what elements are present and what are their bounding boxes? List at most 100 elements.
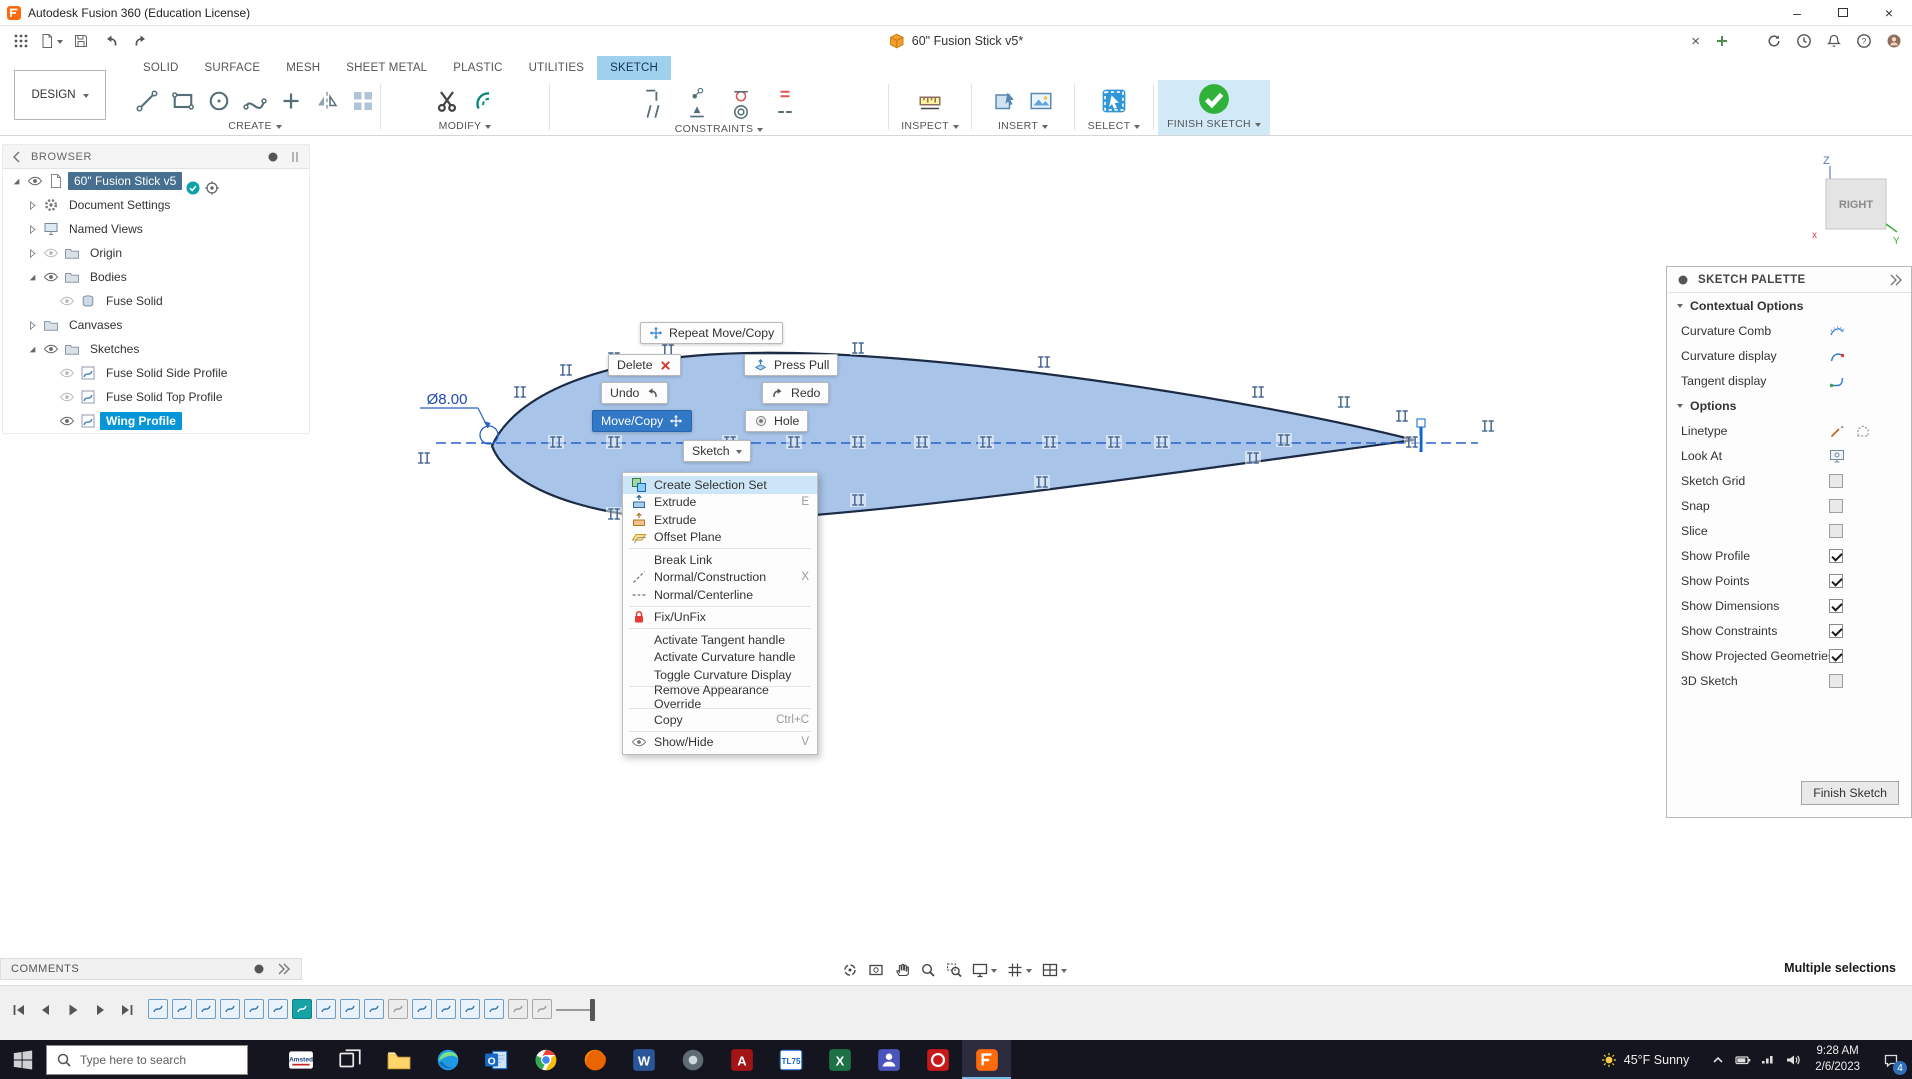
tool-spline-button[interactable] xyxy=(243,89,267,113)
timeline-feature-13[interactable] xyxy=(436,999,456,1019)
context-menu-item-fix-unfix[interactable]: Fix/UnFix xyxy=(623,609,817,627)
redo-button[interactable] xyxy=(128,28,154,54)
visibility-eye-icon[interactable] xyxy=(43,341,59,357)
context-menu-item-normal-centerline[interactable]: Normal/Centerline xyxy=(623,586,817,604)
tool-circle-button[interactable] xyxy=(207,89,231,113)
taskbar-app-outlook[interactable]: O xyxy=(472,1040,521,1079)
browser-item-sketches[interactable]: Sketches xyxy=(3,337,309,361)
tab-sketch[interactable]: SKETCH xyxy=(597,56,671,80)
c-coincident-button[interactable] xyxy=(688,85,706,103)
constraint-glyph[interactable] xyxy=(850,435,866,449)
browser-grip-icon[interactable] xyxy=(287,149,303,165)
visibility-eye-icon[interactable] xyxy=(59,389,75,405)
target-icon[interactable] xyxy=(204,180,220,196)
show-constraints-checkbox[interactable] xyxy=(1829,624,1843,638)
taskbar-app-excel[interactable]: X xyxy=(815,1040,864,1079)
slice-checkbox[interactable] xyxy=(1829,524,1843,538)
tool-mirror-button[interactable] xyxy=(315,89,339,113)
timeline-feature-12[interactable] xyxy=(412,999,432,1019)
tab-surface[interactable]: SURFACE xyxy=(192,56,274,80)
context-menu-item-remove-appearance-override[interactable]: Remove Appearance Override xyxy=(623,689,817,707)
taskbar-app-edge[interactable] xyxy=(423,1040,472,1079)
timeline-feature-17[interactable] xyxy=(532,999,552,1019)
c-midpoint-button[interactable] xyxy=(688,103,706,121)
tab-plastic[interactable]: PLASTIC xyxy=(440,56,515,80)
3d-sketch-checkbox[interactable] xyxy=(1829,674,1843,688)
timeline-feature-11[interactable] xyxy=(388,999,408,1019)
c-collinear-button[interactable] xyxy=(776,103,794,121)
trailing-edge-grip[interactable] xyxy=(1417,419,1425,427)
constraint-glyph[interactable] xyxy=(512,385,528,399)
expander-icon[interactable] xyxy=(26,199,39,212)
network-icon[interactable] xyxy=(1755,1052,1780,1068)
timeline-feature-14[interactable] xyxy=(460,999,480,1019)
volume-icon[interactable] xyxy=(1780,1052,1805,1068)
constraint-glyph[interactable] xyxy=(558,363,574,377)
taskbar-app-taskview[interactable] xyxy=(325,1040,374,1079)
tool-canvas-button[interactable] xyxy=(1029,89,1053,113)
tool-line-button[interactable] xyxy=(135,89,159,113)
action-center-button[interactable]: 4 xyxy=(1870,1040,1912,1079)
constraint-glyph[interactable] xyxy=(1106,435,1122,449)
constraint-glyph[interactable] xyxy=(606,435,622,449)
file-menu-button[interactable] xyxy=(38,28,64,54)
redo-menu-button[interactable]: Redo xyxy=(762,382,829,404)
constraint-glyph[interactable] xyxy=(1404,435,1420,449)
nose-radius-circle[interactable] xyxy=(480,426,498,444)
taskbar-app-chrome[interactable] xyxy=(521,1040,570,1079)
nav-zoom-window-button[interactable] xyxy=(946,962,962,978)
visibility-eye-icon[interactable] xyxy=(43,269,59,285)
comments-expand-icon[interactable] xyxy=(275,961,291,977)
hole-button[interactable]: Hole xyxy=(745,410,808,432)
constraint-glyph[interactable] xyxy=(850,493,866,507)
browser-item-fuse-solid-side-profile[interactable]: Fuse Solid Side Profile xyxy=(3,361,309,385)
start-button[interactable] xyxy=(0,1040,46,1079)
nav-look-at-button[interactable] xyxy=(868,962,884,978)
tab-utilities[interactable]: UTILITIES xyxy=(516,56,597,80)
tool-offset-button[interactable] xyxy=(471,89,495,113)
timeline-feature-5[interactable] xyxy=(244,999,264,1019)
browser-item-wing-profile[interactable]: Wing Profile xyxy=(3,409,309,433)
constraint-glyph[interactable] xyxy=(1042,435,1058,449)
maximize-button[interactable] xyxy=(1820,0,1866,25)
browser-collapse-icon[interactable] xyxy=(9,149,25,165)
c-equal-button[interactable] xyxy=(776,85,794,103)
recent-icon[interactable] xyxy=(1796,33,1812,49)
taskbar-app-amsted[interactable]: Amsted xyxy=(276,1040,325,1079)
constraint-glyph[interactable] xyxy=(1480,419,1496,433)
tab-solid[interactable]: SOLID xyxy=(130,56,192,80)
context-menu-item-extrude[interactable]: ExtrudeE xyxy=(623,494,817,512)
hidden-icons-button[interactable] xyxy=(1705,1052,1730,1068)
expander-icon[interactable] xyxy=(10,175,23,188)
browser-item-fuse-solid-top-profile[interactable]: Fuse Solid Top Profile xyxy=(3,385,309,409)
tool-decal-button[interactable] xyxy=(993,89,1017,113)
delete-button[interactable]: Delete xyxy=(608,354,681,376)
taskbar-app-fusion[interactable] xyxy=(962,1040,1011,1079)
nav-grid-and-snaps-button[interactable] xyxy=(1007,962,1032,978)
browser-item-60-fusion-stick-v5[interactable]: 60" Fusion Stick v5 xyxy=(3,169,309,193)
tool-point-button[interactable] xyxy=(279,89,303,113)
taskbar-app-acrobat[interactable]: A xyxy=(717,1040,766,1079)
close-document-icon[interactable]: × xyxy=(1691,33,1700,50)
document-tab[interactable]: 60" Fusion Stick v5* xyxy=(889,26,1023,56)
taskbar-app-reader[interactable] xyxy=(913,1040,962,1079)
c-horizvert-button[interactable] xyxy=(644,85,662,103)
context-menu-item-show-hide[interactable]: Show/HideV xyxy=(623,734,817,752)
constraint-glyph[interactable] xyxy=(1245,451,1261,465)
taskbar-app-explorer[interactable] xyxy=(374,1040,423,1079)
battery-icon[interactable] xyxy=(1730,1052,1755,1068)
p-tang-icon[interactable] xyxy=(1829,373,1845,389)
constraint-glyph[interactable] xyxy=(850,341,866,355)
undo-button[interactable] xyxy=(98,28,124,54)
browser-header[interactable]: BROWSER xyxy=(3,145,309,169)
context-menu-item-copy[interactable]: CopyCtrl+C xyxy=(623,711,817,729)
constraint-glyph[interactable] xyxy=(786,435,802,449)
expander-icon[interactable] xyxy=(26,271,39,284)
view-cube[interactable]: Z RIGHT Y x xyxy=(1796,152,1906,252)
group-label-inspect[interactable]: INSPECT xyxy=(901,120,959,132)
constraint-glyph[interactable] xyxy=(914,435,930,449)
taskbar-app-teams[interactable] xyxy=(864,1040,913,1079)
c-concentric-button[interactable] xyxy=(732,103,750,121)
browser-item-named-views[interactable]: Named Views xyxy=(3,217,309,241)
nav-display-settings-button[interactable] xyxy=(972,962,997,978)
